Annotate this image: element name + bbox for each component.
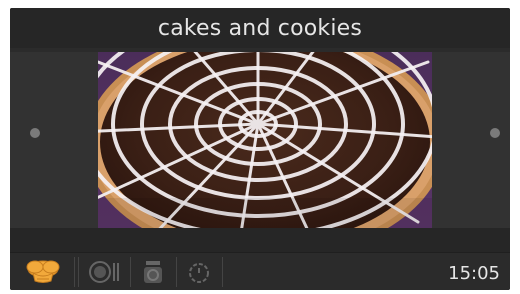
toolbar-separator: [74, 257, 75, 287]
toolbar-separator: [222, 257, 223, 287]
chef-hat-icon[interactable]: [18, 257, 68, 287]
page-title: cakes and cookies: [157, 15, 363, 41]
info-strip: [10, 228, 510, 252]
weighing-scale-glyph: [144, 261, 162, 283]
title-bar: cakes and cookies: [10, 8, 510, 48]
plate-fork-knife-glyph: [89, 261, 119, 283]
toolbar-separator: [130, 257, 131, 287]
toolbar-separator: [78, 257, 79, 287]
spiderweb-cake-photo: [98, 52, 432, 228]
timer-glyph: [189, 263, 209, 283]
toolbar-separator: [176, 257, 177, 287]
clock-time: 15:05: [448, 263, 500, 284]
weighing-scale-icon[interactable]: [136, 257, 170, 287]
oven-display: cakes and cookies 15:05: [10, 8, 510, 290]
content-area: [10, 52, 510, 228]
chef-hat-glyph: [26, 260, 60, 283]
previous-dot-icon[interactable]: [30, 128, 40, 138]
next-dot-icon[interactable]: [490, 128, 500, 138]
plate-fork-knife-icon[interactable]: [84, 257, 124, 287]
timer-icon[interactable]: [182, 257, 216, 287]
bottom-toolbar: 15:05: [10, 252, 510, 290]
